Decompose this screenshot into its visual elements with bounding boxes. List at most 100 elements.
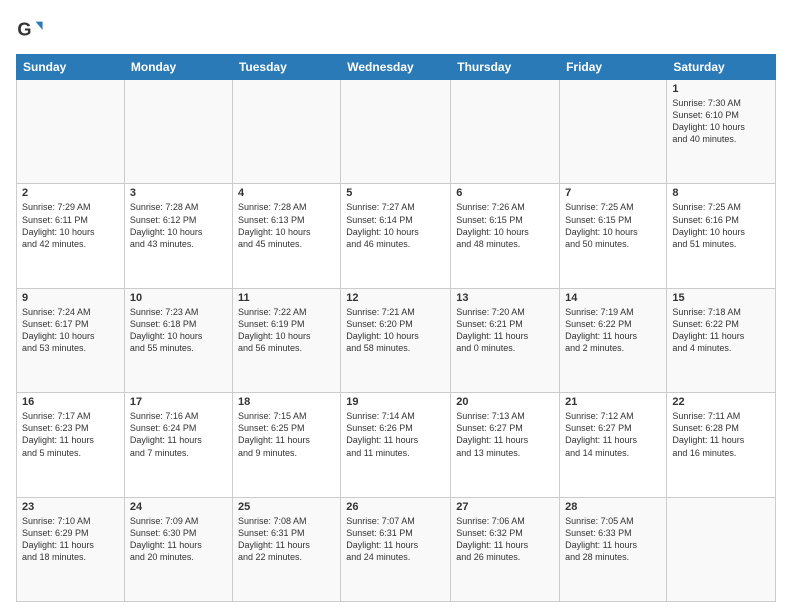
weekday-header-saturday: Saturday [667, 55, 776, 80]
cell-day-number: 14 [565, 292, 661, 304]
header: G [16, 16, 776, 44]
cell-info: Sunrise: 7:22 AM Sunset: 6:19 PM Dayligh… [238, 306, 335, 355]
calendar-cell: 17 Sunrise: 7:16 AM Sunset: 6:24 PM Dayli… [124, 393, 232, 497]
cell-info: Sunrise: 7:26 AM Sunset: 6:15 PM Dayligh… [456, 201, 554, 250]
calendar-cell: 11 Sunrise: 7:22 AM Sunset: 6:19 PM Dayli… [232, 288, 340, 392]
week-row-2: 2 Sunrise: 7:29 AM Sunset: 6:11 PM Daylig… [17, 184, 776, 288]
cell-day-number: 10 [130, 292, 227, 304]
weekday-header-thursday: Thursday [451, 55, 560, 80]
calendar-cell: 8Sunrise: 7:25 AM Sunset: 6:16 PM Daylig… [667, 184, 776, 288]
calendar-cell: 4 Sunrise: 7:28 AM Sunset: 6:13 PM Daylig… [232, 184, 340, 288]
cell-info: Sunrise: 7:18 AM Sunset: 6:22 PM Dayligh… [672, 306, 770, 355]
cell-info: Sunrise: 7:12 AM Sunset: 6:27 PM Dayligh… [565, 410, 661, 459]
calendar-cell: 5 Sunrise: 7:27 AM Sunset: 6:14 PM Daylig… [341, 184, 451, 288]
cell-day-number: 26 [346, 501, 445, 513]
cell-info: Sunrise: 7:10 AM Sunset: 6:29 PM Dayligh… [22, 515, 119, 564]
cell-info: Sunrise: 7:17 AM Sunset: 6:23 PM Dayligh… [22, 410, 119, 459]
calendar-cell: 1 Sunrise: 7:30 AM Sunset: 6:10 PM Daylig… [667, 80, 776, 184]
cell-day-number: 16 [22, 396, 119, 408]
calendar-table: SundayMondayTuesdayWednesdayThursdayFrid… [16, 54, 776, 602]
cell-info: Sunrise: 7:28 AM Sunset: 6:13 PM Dayligh… [238, 201, 335, 250]
cell-day-number: 23 [22, 501, 119, 513]
calendar-cell: 27 Sunrise: 7:06 AM Sunset: 6:32 PM Dayli… [451, 497, 560, 601]
cell-info: Sunrise: 7:23 AM Sunset: 6:18 PM Dayligh… [130, 306, 227, 355]
calendar-cell: 19 Sunrise: 7:14 AM Sunset: 6:26 PM Dayli… [341, 393, 451, 497]
cell-day-number: 19 [346, 396, 445, 408]
week-row-1: 1 Sunrise: 7:30 AM Sunset: 6:10 PM Daylig… [17, 80, 776, 184]
calendar-cell: 20Sunrise: 7:13 AM Sunset: 6:27 PM Dayli… [451, 393, 560, 497]
calendar-cell: 10 Sunrise: 7:23 AM Sunset: 6:18 PM Dayli… [124, 288, 232, 392]
calendar-cell: 13Sunrise: 7:20 AM Sunset: 6:21 PM Dayli… [451, 288, 560, 392]
cell-day-number: 28 [565, 501, 661, 513]
cell-info: Sunrise: 7:29 AM Sunset: 6:11 PM Dayligh… [22, 201, 119, 250]
cell-day-number: 27 [456, 501, 554, 513]
cell-info: Sunrise: 7:28 AM Sunset: 6:12 PM Dayligh… [130, 201, 227, 250]
calendar-cell [560, 80, 667, 184]
cell-info: Sunrise: 7:16 AM Sunset: 6:24 PM Dayligh… [130, 410, 227, 459]
cell-day-number: 22 [672, 396, 770, 408]
cell-day-number: 9 [22, 292, 119, 304]
page: G SundayMondayTuesdayWednesdayThursdayFr… [0, 0, 792, 612]
cell-day-number: 13 [456, 292, 554, 304]
cell-info: Sunrise: 7:05 AM Sunset: 6:33 PM Dayligh… [565, 515, 661, 564]
cell-day-number: 12 [346, 292, 445, 304]
week-row-3: 9Sunrise: 7:24 AM Sunset: 6:17 PM Daylig… [17, 288, 776, 392]
cell-day-number: 5 [346, 187, 445, 199]
cell-info: Sunrise: 7:30 AM Sunset: 6:10 PM Dayligh… [672, 97, 770, 146]
logo: G [16, 16, 46, 44]
weekday-header-wednesday: Wednesday [341, 55, 451, 80]
weekday-header-monday: Monday [124, 55, 232, 80]
logo-icon: G [16, 16, 44, 44]
calendar-cell: 24Sunrise: 7:09 AM Sunset: 6:30 PM Dayli… [124, 497, 232, 601]
cell-day-number: 2 [22, 187, 119, 199]
cell-info: Sunrise: 7:11 AM Sunset: 6:28 PM Dayligh… [672, 410, 770, 459]
weekday-header-friday: Friday [560, 55, 667, 80]
calendar-cell: 9Sunrise: 7:24 AM Sunset: 6:17 PM Daylig… [17, 288, 125, 392]
calendar-cell: 18Sunrise: 7:15 AM Sunset: 6:25 PM Dayli… [232, 393, 340, 497]
calendar-cell: 3 Sunrise: 7:28 AM Sunset: 6:12 PM Daylig… [124, 184, 232, 288]
calendar-cell: 7 Sunrise: 7:25 AM Sunset: 6:15 PM Daylig… [560, 184, 667, 288]
cell-info: Sunrise: 7:25 AM Sunset: 6:15 PM Dayligh… [565, 201, 661, 250]
cell-day-number: 6 [456, 187, 554, 199]
calendar-cell [667, 497, 776, 601]
cell-day-number: 24 [130, 501, 227, 513]
weekday-header-tuesday: Tuesday [232, 55, 340, 80]
cell-info: Sunrise: 7:27 AM Sunset: 6:14 PM Dayligh… [346, 201, 445, 250]
cell-day-number: 11 [238, 292, 335, 304]
calendar-cell [124, 80, 232, 184]
calendar-cell [341, 80, 451, 184]
week-row-4: 16 Sunrise: 7:17 AM Sunset: 6:23 PM Dayli… [17, 393, 776, 497]
weekday-header-sunday: Sunday [17, 55, 125, 80]
cell-info: Sunrise: 7:07 AM Sunset: 6:31 PM Dayligh… [346, 515, 445, 564]
calendar-cell: 6 Sunrise: 7:26 AM Sunset: 6:15 PM Daylig… [451, 184, 560, 288]
cell-info: Sunrise: 7:08 AM Sunset: 6:31 PM Dayligh… [238, 515, 335, 564]
calendar-cell: 15Sunrise: 7:18 AM Sunset: 6:22 PM Dayli… [667, 288, 776, 392]
calendar-cell: 26 Sunrise: 7:07 AM Sunset: 6:31 PM Dayli… [341, 497, 451, 601]
svg-text:G: G [17, 20, 31, 40]
calendar-cell: 23 Sunrise: 7:10 AM Sunset: 6:29 PM Dayli… [17, 497, 125, 601]
weekday-header-row: SundayMondayTuesdayWednesdayThursdayFrid… [17, 55, 776, 80]
cell-info: Sunrise: 7:21 AM Sunset: 6:20 PM Dayligh… [346, 306, 445, 355]
calendar-cell: 22 Sunrise: 7:11 AM Sunset: 6:28 PM Dayli… [667, 393, 776, 497]
cell-day-number: 17 [130, 396, 227, 408]
calendar-cell: 16 Sunrise: 7:17 AM Sunset: 6:23 PM Dayli… [17, 393, 125, 497]
calendar-cell: 28 Sunrise: 7:05 AM Sunset: 6:33 PM Dayli… [560, 497, 667, 601]
cell-day-number: 4 [238, 187, 335, 199]
cell-day-number: 21 [565, 396, 661, 408]
calendar-cell: 12 Sunrise: 7:21 AM Sunset: 6:20 PM Dayli… [341, 288, 451, 392]
cell-day-number: 18 [238, 396, 335, 408]
cell-day-number: 7 [565, 187, 661, 199]
cell-day-number: 1 [672, 83, 770, 95]
cell-info: Sunrise: 7:14 AM Sunset: 6:26 PM Dayligh… [346, 410, 445, 459]
calendar-cell [451, 80, 560, 184]
cell-day-number: 3 [130, 187, 227, 199]
calendar-cell: 21 Sunrise: 7:12 AM Sunset: 6:27 PM Dayli… [560, 393, 667, 497]
calendar-cell: 2 Sunrise: 7:29 AM Sunset: 6:11 PM Daylig… [17, 184, 125, 288]
cell-info: Sunrise: 7:19 AM Sunset: 6:22 PM Dayligh… [565, 306, 661, 355]
cell-info: Sunrise: 7:06 AM Sunset: 6:32 PM Dayligh… [456, 515, 554, 564]
calendar-cell [232, 80, 340, 184]
cell-day-number: 25 [238, 501, 335, 513]
cell-day-number: 8 [672, 187, 770, 199]
week-row-5: 23 Sunrise: 7:10 AM Sunset: 6:29 PM Dayli… [17, 497, 776, 601]
calendar-cell: 14 Sunrise: 7:19 AM Sunset: 6:22 PM Dayli… [560, 288, 667, 392]
